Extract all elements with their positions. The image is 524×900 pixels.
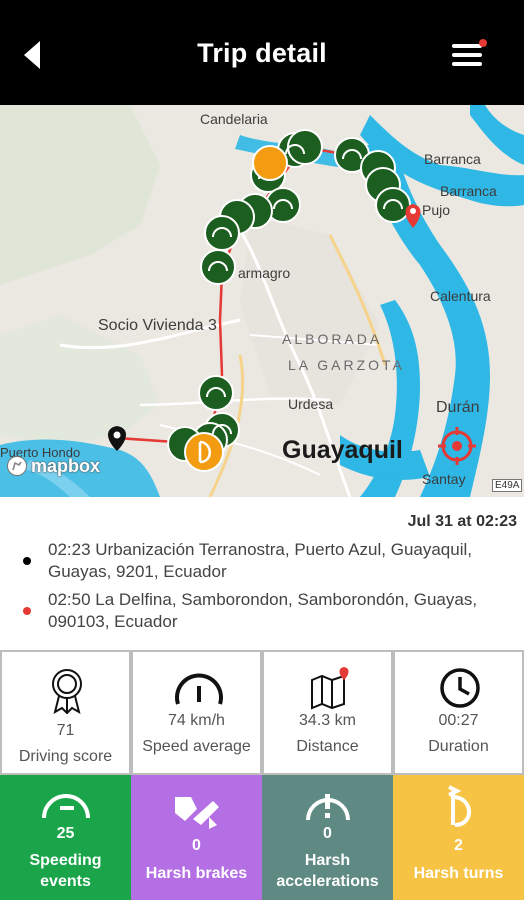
map-label-socio-vivienda: Socio Vivienda 3 [98,317,217,334]
harsh-accelerations-label-line2: accelerations [276,873,379,890]
distance-value: 34.3 km [299,712,356,729]
event-harsh-turns[interactable]: 2 Harsh turns [393,775,524,900]
mapbox-wordmark: mapbox [31,455,101,476]
stat-duration: 00:27 Duration [393,650,524,775]
map-label-barranca: Barranca [424,151,481,167]
duration-label: Duration [428,738,489,755]
harsh-turns-value: 2 [454,837,463,854]
driving-score-label: Driving score [18,748,113,765]
notification-dot-icon [479,39,487,47]
page-title: Trip detail [197,38,327,68]
harsh-brakes-value: 0 [192,837,201,854]
map-label-urdesa: Urdesa [288,396,334,412]
start-address: 02:23 Urbanización Terranostra, Puerto A… [48,540,472,581]
map-label-calentura: Calentura [430,288,491,304]
clock-icon [440,668,480,708]
map-label-barranca-2: Barranca [440,183,497,199]
map-label-guayaquil: Guayaquil [282,436,403,464]
duration-value: 00:27 [438,712,479,729]
driving-score-value: 71 [56,722,75,739]
harsh-accelerations-label-line1: Harsh [304,852,351,869]
harsh-turn-marker[interactable] [184,432,224,472]
trip-map[interactable]: Candelaria Barranca Barranca Pujo armagr… [0,105,524,497]
speed-gauge-icon [42,794,90,819]
road-shield: E49A [492,479,523,492]
map-label-alborada: ALBORADA [282,331,383,347]
stat-distance: 34.3 km Distance [262,650,393,775]
stat-speed-average: 74 km/h Speed average [131,650,262,775]
speed-average-label: Speed average [142,738,251,755]
map-label-candelaria: Candelaria [200,111,268,127]
speeding-label-line2: events [40,873,91,890]
harsh-turn-marker[interactable] [252,145,288,181]
event-harsh-accelerations[interactable]: 0 Harsh accelerations [262,775,393,900]
end-dot-icon [23,607,31,615]
map-label-armagro: armagro [238,265,291,281]
speedometer-icon [175,673,223,705]
harsh-accelerations-value: 0 [323,825,332,842]
harsh-turns-label: Harsh turns [413,865,504,882]
speeding-label-line1: Speeding [29,852,102,869]
trip-info: Jul 31 at 02:23 02:23 Urbanización Terra… [0,497,524,650]
harsh-brakes-label: Harsh brakes [145,865,248,882]
map-label-duran: Durán [436,399,480,416]
end-address: 02:50 La Delfina, Samborondon, Samborond… [48,590,478,631]
harsh-brake-icon [175,797,219,829]
map-label-santay: Santay [422,471,466,487]
mapbox-logo-icon [7,456,27,476]
start-dot-icon [23,557,31,565]
distance-label: Distance [296,738,359,755]
map-pin-icon [311,667,349,710]
harsh-acceleration-icon [306,794,350,821]
map-label-pujo: Pujo [422,202,451,218]
event-speeding[interactable]: 25 Speeding events [0,775,131,900]
trip-stats-grid: 71 Driving score 74 km/h Speed average 3… [0,650,524,900]
trip-date: Jul 31 at 02:23 [407,513,517,530]
stat-driving-score: 71 Driving score [0,650,131,775]
top-app-bar: Trip detail [0,0,524,105]
speeding-value: 25 [56,825,75,842]
map-label-la-garzota: LA GARZOTA [288,357,405,373]
event-harsh-brakes[interactable]: 0 Harsh brakes [131,775,262,900]
speed-average-value: 74 km/h [168,712,225,729]
mapbox-logo: mapbox [6,455,100,477]
ribbon-award-icon [52,669,82,714]
menu-icon[interactable] [448,38,490,72]
harsh-turn-icon [448,785,471,827]
